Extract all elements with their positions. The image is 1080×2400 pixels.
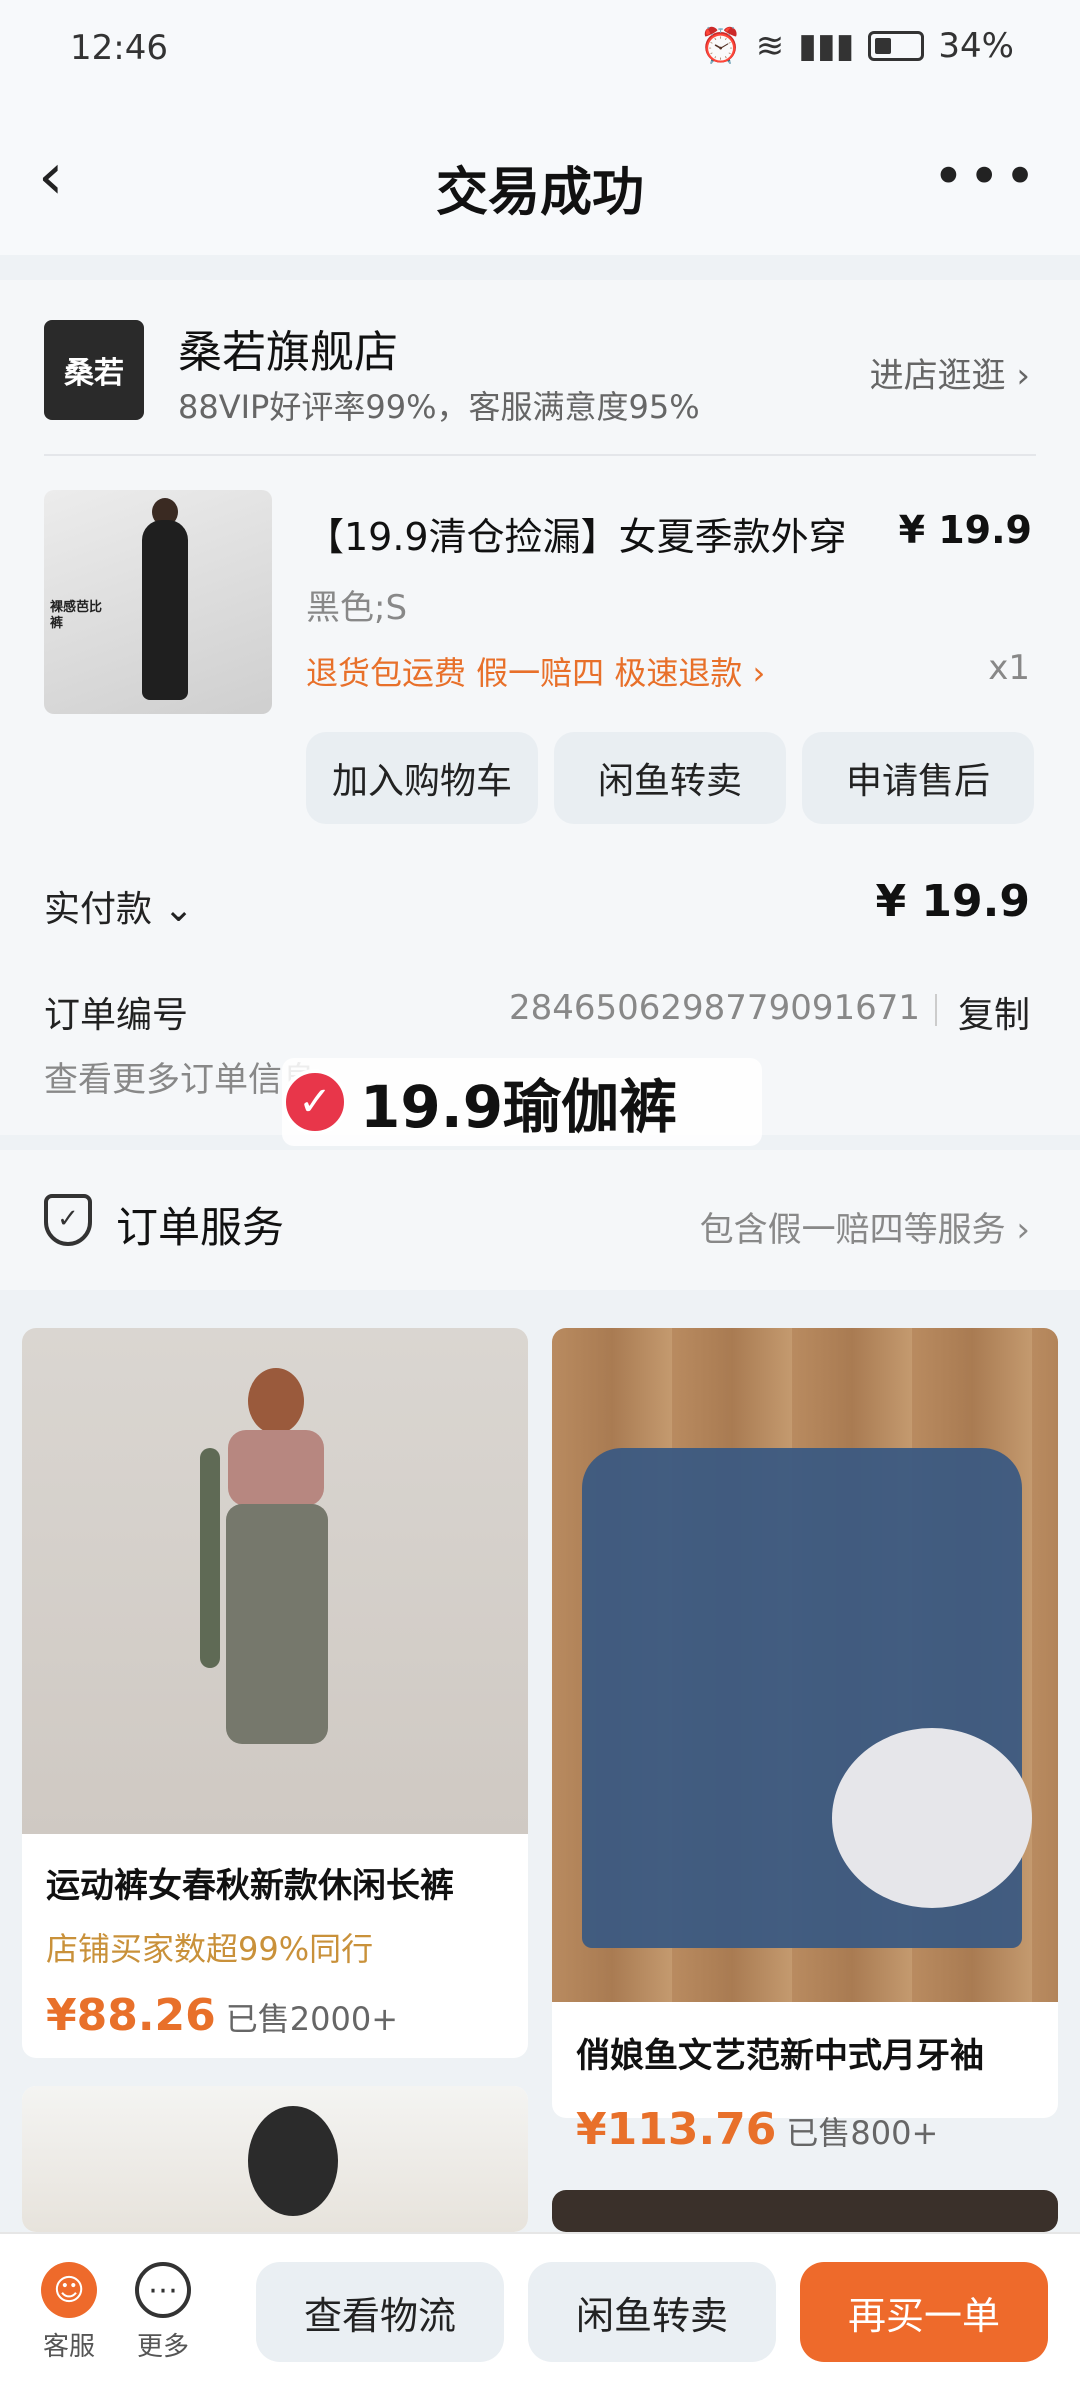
product-image-tag: 裸感芭比裤 xyxy=(50,600,103,631)
sold-count: 已售800+ xyxy=(786,2114,939,2152)
product-image[interactable]: 裸感芭比裤 xyxy=(44,490,272,714)
model-top xyxy=(228,1430,324,1506)
overlay-sticker: ✓ 19.9瑜伽裤 xyxy=(282,1058,762,1146)
product-price: ¥ 19.9 xyxy=(898,508,1032,552)
product-title: 运动裤女春秋新款休闲长裤 xyxy=(46,1866,454,1906)
copy-button[interactable]: 复制 xyxy=(958,986,1030,1038)
recommend-card[interactable]: 俏娘鱼文艺范新中式月牙袖 xyxy=(552,1328,1058,2118)
signal-icon: ▮▮▮ xyxy=(798,26,855,66)
product-image xyxy=(22,1328,528,1834)
store-logo[interactable]: 桑若 xyxy=(44,320,144,420)
separator xyxy=(935,994,937,1026)
model-head xyxy=(248,2106,338,2216)
resell-button[interactable]: 闲鱼转卖 xyxy=(528,2262,776,2362)
product-subtitle: 店铺买家数超99%同行 xyxy=(46,1930,374,1968)
price-value: ¥88.26 xyxy=(46,1990,216,2041)
paid-label[interactable]: 实付款 ⌄ xyxy=(44,880,194,932)
recommend-card[interactable] xyxy=(552,2190,1058,2232)
store-rating: 88VIP好评率99%，客服满意度95% xyxy=(178,388,700,426)
service-face-icon: ☺ xyxy=(41,2262,97,2318)
sold-count: 已售2000+ xyxy=(225,2000,399,2038)
product-sku: 黑色;S xyxy=(306,588,408,628)
product-price: ¥88.26 已售2000+ xyxy=(46,1990,398,2041)
product-title: 俏娘鱼文艺范新中式月牙袖 xyxy=(576,2036,984,2076)
divider xyxy=(44,454,1036,456)
price-value: ¥113.76 xyxy=(576,2104,777,2155)
battery-icon xyxy=(868,31,925,61)
check-badge-icon: ✓ xyxy=(282,1069,348,1135)
model-figure xyxy=(142,520,188,700)
enter-store-link[interactable]: 进店逛逛 › xyxy=(870,348,1030,397)
alarm-icon: ⏰ xyxy=(699,26,742,66)
more-order-info-link[interactable]: 查看更多订单信息 xyxy=(44,1052,316,1101)
order-number-label: 订单编号 xyxy=(44,995,189,1036)
wifi-icon: ≋ xyxy=(755,26,785,66)
status-icons: ⏰ ≋ ▮▮▮ 34% xyxy=(699,26,1014,66)
product-quantity: x1 xyxy=(988,648,1030,688)
product-price: ¥113.76 已售800+ xyxy=(576,2104,938,2155)
order-service-row[interactable]: ✓ 订单服务 包含假一赔四等服务 › xyxy=(0,1150,1080,1290)
product-image xyxy=(22,2086,528,2232)
overlay-text: 19.9瑜伽裤 xyxy=(360,1073,678,1141)
model-head xyxy=(248,1368,304,1434)
battery-level: 34% xyxy=(938,26,1014,66)
order-card: 桑若 桑若旗舰店 88VIP好评率99%，客服满意度95% 进店逛逛 › 裸感芭… xyxy=(0,280,1080,1135)
status-time: 12:46 xyxy=(70,28,168,68)
yoga-mat xyxy=(200,1448,220,1668)
after-sale-button[interactable]: 申请售后 xyxy=(802,732,1034,824)
page-title: 交易成功 xyxy=(435,163,644,223)
view-logistics-button[interactable]: 查看物流 xyxy=(256,2262,504,2362)
more-dots-icon: ⋯ xyxy=(135,2262,191,2318)
product-image xyxy=(552,2190,1058,2232)
product-title[interactable]: 【19.9清仓捡漏】女夏季款外穿 xyxy=(306,506,847,561)
service-desc[interactable]: 包含假一赔四等服务 › xyxy=(700,1202,1030,1251)
more-button[interactable]: ⋯ 更多 xyxy=(128,2262,198,2363)
more-label: 更多 xyxy=(136,2332,189,2362)
recommend-card[interactable]: 运动裤女春秋新款休闲长裤 店铺买家数超99%同行 ¥88.26 已售2000+ xyxy=(22,1328,528,2058)
resell-button[interactable]: 闲鱼转卖 xyxy=(554,732,786,824)
buy-again-button[interactable]: 再买一单 xyxy=(800,2262,1048,2362)
nav-bar: ‹ 交易成功 ••• xyxy=(0,100,1080,255)
product-image xyxy=(552,1328,1058,2002)
order-number: 2846506298779091671 xyxy=(508,988,920,1028)
shield-check-icon: ✓ xyxy=(44,1194,92,1246)
add-to-cart-button[interactable]: 加入购物车 xyxy=(306,732,538,824)
store-name[interactable]: 桑若旗舰店 xyxy=(178,316,398,380)
service-tags[interactable]: 退货包运费 假一赔四 极速退款 › xyxy=(306,648,765,694)
model-pants xyxy=(226,1504,328,1744)
fan xyxy=(832,1728,1032,1908)
recommend-card[interactable] xyxy=(22,2086,528,2232)
customer-service-button[interactable]: ☺ 客服 xyxy=(34,2262,104,2363)
more-icon[interactable]: ••• xyxy=(932,150,1040,204)
paid-value: ¥ 19.9 xyxy=(875,876,1031,927)
service-title: 订单服务 xyxy=(116,1203,285,1252)
product-actions: 加入购物车 闲鱼转卖 申请售后 xyxy=(306,732,1034,824)
status-bar: 12:46 ⏰ ≋ ▮▮▮ 34% xyxy=(0,0,1080,100)
bottom-bar: ☺ 客服 ⋯ 更多 查看物流 闲鱼转卖 再买一单 xyxy=(0,2232,1080,2400)
service-label: 客服 xyxy=(42,2332,95,2362)
